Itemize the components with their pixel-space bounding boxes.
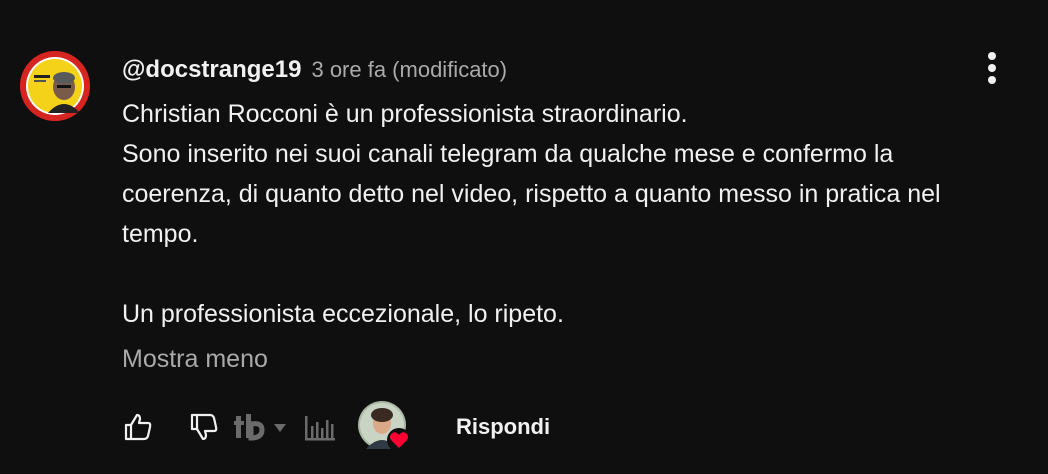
comment-body: @docstrange19 3 ore fa (modificato) Chri… [122,56,1002,334]
tb-logo-icon [234,414,265,441]
like-button[interactable] [120,409,156,445]
dislike-button[interactable] [186,409,222,445]
extension-button[interactable] [234,412,288,442]
stats-button[interactable] [302,409,338,445]
heart-icon [387,428,411,452]
comment-timestamp[interactable]: 3 ore fa (modificato) [311,57,507,83]
show-less-button[interactable]: Mostra meno [122,345,268,374]
comment-header: @docstrange19 3 ore fa (modificato) [122,56,1002,86]
thumb-down-icon [190,413,218,441]
reply-button[interactable]: Rispondi [456,414,550,440]
more-actions-button[interactable] [976,48,1008,88]
author-avatar[interactable] [20,51,90,121]
comment-action-bar: Rispondi [120,401,550,453]
author-name[interactable]: @docstrange19 [122,56,301,84]
chevron-down-icon [274,424,286,432]
thumb-up-icon [124,413,152,441]
creator-heart-badge [358,401,411,453]
more-vert-icon [988,52,996,84]
comment-text: Christian Rocconi è un professionista st… [122,100,941,328]
bar-chart-icon [305,416,335,441]
comment-thread: @docstrange19 3 ore fa (modificato) Chri… [0,0,1048,474]
